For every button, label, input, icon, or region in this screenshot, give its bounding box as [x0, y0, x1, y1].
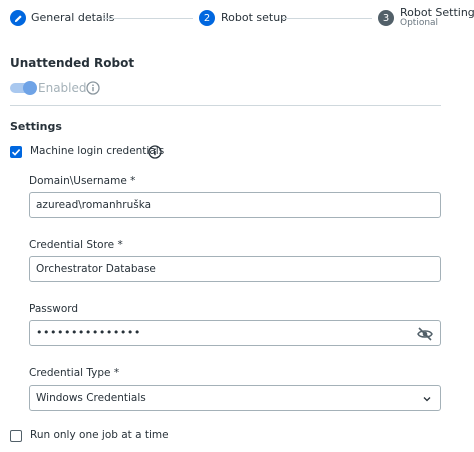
eye-off-icon[interactable]	[416, 325, 434, 343]
enabled-toggle-label: Enabled	[38, 81, 87, 95]
checkmark-icon	[11, 149, 21, 156]
machine-login-checkbox[interactable]	[10, 146, 22, 158]
step-3-sublabel: Optional	[400, 18, 439, 28]
step-2-number[interactable]: 2	[199, 10, 215, 26]
run-one-job-label[interactable]: Run only one job at a time	[30, 429, 169, 441]
credential-type-label: Credential Type *	[29, 367, 120, 379]
step-connector	[282, 18, 372, 19]
username-label: Domain\Username *	[29, 175, 136, 187]
enabled-toggle-thumb[interactable]	[23, 81, 37, 95]
password-input[interactable]: •••••••••••••••	[29, 320, 441, 346]
section-divider	[10, 105, 441, 106]
info-icon[interactable]	[148, 145, 162, 159]
info-icon[interactable]	[86, 81, 100, 95]
credential-store-input[interactable]: Orchestrator Database	[29, 256, 441, 282]
password-value: •••••••••••••••	[36, 326, 141, 339]
chevron-down-icon	[423, 397, 431, 402]
step-2-label[interactable]: Robot setup	[221, 11, 287, 24]
machine-login-label[interactable]: Machine login credentials	[30, 145, 164, 157]
unattended-robot-title: Unattended Robot	[10, 56, 135, 70]
step-connector	[103, 18, 193, 19]
pencil-icon	[14, 14, 22, 22]
step-3-number[interactable]: 3	[378, 10, 394, 26]
step-1-label[interactable]: General details	[31, 11, 115, 24]
step-1-pencil-icon[interactable]	[10, 10, 26, 26]
credential-type-select[interactable]: Windows Credentials	[29, 385, 441, 411]
run-one-job-checkbox[interactable]	[10, 430, 22, 442]
username-input[interactable]: azuread\romanhruška	[29, 192, 441, 218]
credential-store-value: Orchestrator Database	[36, 263, 156, 275]
username-value: azuread\romanhruška	[36, 199, 152, 211]
credential-store-label: Credential Store *	[29, 239, 123, 251]
password-label: Password	[29, 303, 79, 315]
settings-title: Settings	[10, 120, 62, 133]
credential-type-value: Windows Credentials	[36, 392, 146, 404]
